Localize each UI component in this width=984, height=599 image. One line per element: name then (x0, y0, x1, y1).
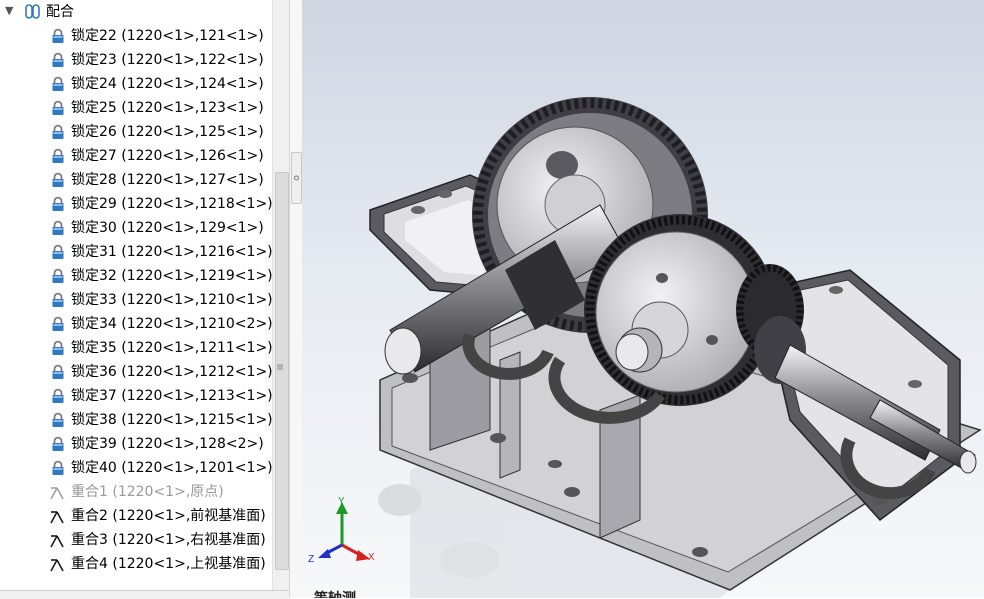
mate-item[interactable]: 锁定40 (1220<1>,1201<1>) (0, 456, 272, 480)
mate-item[interactable]: 锁定23 (1220<1>,122<1>) (0, 48, 272, 72)
mate-item[interactable]: 锁定37 (1220<1>,1213<1>) (0, 384, 272, 408)
triad-x-label: X (368, 552, 375, 563)
lock-mate-icon (50, 124, 66, 140)
lock-mate-icon (50, 388, 66, 404)
mate-item[interactable]: 锁定28 (1220<1>,127<1>) (0, 168, 272, 192)
triad-y-label: Y (338, 496, 345, 507)
view-orientation-label: 等轴测 (314, 588, 356, 598)
panel-splitter[interactable] (289, 0, 303, 598)
mate-item-label: 重合1 (1220<1>,原点) (71, 484, 224, 500)
mate-item[interactable]: 锁定24 (1220<1>,124<1>) (0, 72, 272, 96)
mate-item[interactable]: 重合1 (1220<1>,原点) (0, 480, 272, 504)
lock-mate-icon (50, 364, 66, 380)
coincident-mate-icon (48, 531, 66, 549)
mate-item-label: 锁定34 (1220<1>,1210<2>) (71, 316, 272, 332)
mate-item-label: 锁定37 (1220<1>,1213<1>) (71, 388, 272, 404)
lock-mate-icon (50, 292, 66, 308)
mate-item[interactable]: 锁定38 (1220<1>,1215<1>) (0, 408, 272, 432)
coincident-mate-icon (48, 555, 66, 573)
collapse-dot-icon (294, 175, 299, 181)
mates-folder-icon (25, 4, 40, 19)
tree-scrollbar[interactable] (272, 0, 290, 590)
mate-item-label: 锁定35 (1220<1>,1211<1>) (71, 340, 272, 356)
mate-item-label: 锁定32 (1220<1>,1219<1>) (71, 268, 272, 284)
coincident-mate-icon (48, 507, 66, 525)
mate-item-label: 重合3 (1220<1>,右视基准面) (71, 532, 266, 548)
collapse-caret-icon[interactable]: ▼ (5, 4, 13, 17)
mate-item[interactable]: 锁定29 (1220<1>,1218<1>) (0, 192, 272, 216)
mate-item[interactable]: 锁定34 (1220<1>,1210<2>) (0, 312, 272, 336)
feature-tree: ▼ 配合 锁定22 (1220<1>,121<1>) 锁定23 (1220<1>,… (0, 0, 272, 598)
mate-item[interactable]: 锁定31 (1220<1>,1216<1>) (0, 240, 272, 264)
mate-item-label: 锁定40 (1220<1>,1201<1>) (71, 460, 272, 476)
lock-mate-icon (50, 76, 66, 92)
lock-mate-icon (50, 316, 66, 332)
lock-mate-icon (50, 436, 66, 452)
mate-item-label: 锁定33 (1220<1>,1210<1>) (71, 292, 272, 308)
mate-item[interactable]: 重合4 (1220<1>,上视基准面) (0, 552, 272, 576)
mate-item[interactable]: 锁定35 (1220<1>,1211<1>) (0, 336, 272, 360)
mate-item[interactable]: 锁定30 (1220<1>,129<1>) (0, 216, 272, 240)
lock-mate-icon (50, 172, 66, 188)
mate-item-label: 锁定22 (1220<1>,121<1>) (71, 28, 264, 44)
mate-item-label: 重合2 (1220<1>,前视基准面) (71, 508, 266, 524)
mate-item-label: 锁定38 (1220<1>,1215<1>) (71, 412, 272, 428)
mate-item[interactable]: 重合2 (1220<1>,前视基准面) (0, 504, 272, 528)
lock-mate-icon (50, 460, 66, 476)
coordinate-triad: Y X Z (308, 496, 375, 565)
gearbox-model[interactable]: Y X Z (302, 0, 984, 598)
mate-item[interactable]: 锁定27 (1220<1>,126<1>) (0, 144, 272, 168)
mate-item-label: 锁定39 (1220<1>,128<2>) (71, 436, 264, 452)
lock-mate-icon (50, 244, 66, 260)
lock-mate-icon (50, 196, 66, 212)
mate-item[interactable]: 锁定36 (1220<1>,1212<1>) (0, 360, 272, 384)
mate-item[interactable]: 锁定32 (1220<1>,1219<1>) (0, 264, 272, 288)
lock-mate-icon (50, 340, 66, 356)
mate-item[interactable]: 重合3 (1220<1>,右视基准面) (0, 528, 272, 552)
mate-item-label: 锁定23 (1220<1>,122<1>) (71, 52, 264, 68)
lock-mate-icon (50, 412, 66, 428)
mate-item-label: 锁定27 (1220<1>,126<1>) (71, 148, 264, 164)
mate-item[interactable]: 锁定25 (1220<1>,123<1>) (0, 96, 272, 120)
mate-item-label: 锁定28 (1220<1>,127<1>) (71, 172, 264, 188)
tree-node-label: 配合 (46, 4, 74, 20)
mate-item-label: 锁定36 (1220<1>,1212<1>) (71, 364, 272, 380)
graphics-viewport[interactable]: Y X Z 等轴测 (302, 0, 984, 598)
tree-scrollbar-thumb[interactable] (275, 172, 289, 570)
tree-node-mates[interactable]: ▼ 配合 (0, 0, 272, 24)
mate-item-label: 锁定26 (1220<1>,125<1>) (71, 124, 264, 140)
mate-item[interactable]: 锁定26 (1220<1>,125<1>) (0, 120, 272, 144)
lock-mate-icon (50, 52, 66, 68)
lock-mate-icon (50, 148, 66, 164)
lock-mate-icon (50, 268, 66, 284)
lock-mate-icon (50, 220, 66, 236)
mate-item-label: 锁定25 (1220<1>,123<1>) (71, 100, 264, 116)
mate-item-label: 重合4 (1220<1>,上视基准面) (71, 556, 266, 572)
mate-item-label: 锁定31 (1220<1>,1216<1>) (71, 244, 272, 260)
panel-collapse-handle[interactable] (291, 152, 302, 204)
mate-item[interactable]: 锁定33 (1220<1>,1210<1>) (0, 288, 272, 312)
triad-z-label: Z (308, 554, 314, 565)
coincident-mate-icon (48, 483, 66, 501)
scrollbar-grip-icon (277, 364, 283, 370)
mate-item-label: 锁定29 (1220<1>,1218<1>) (71, 196, 272, 212)
mate-item-label: 锁定24 (1220<1>,124<1>) (71, 76, 264, 92)
lock-mate-icon (50, 28, 66, 44)
mate-item[interactable]: 锁定22 (1220<1>,121<1>) (0, 24, 272, 48)
mate-item-label: 锁定30 (1220<1>,129<1>) (71, 220, 264, 236)
mate-item[interactable]: 锁定39 (1220<1>,128<2>) (0, 432, 272, 456)
lock-mate-icon (50, 100, 66, 116)
